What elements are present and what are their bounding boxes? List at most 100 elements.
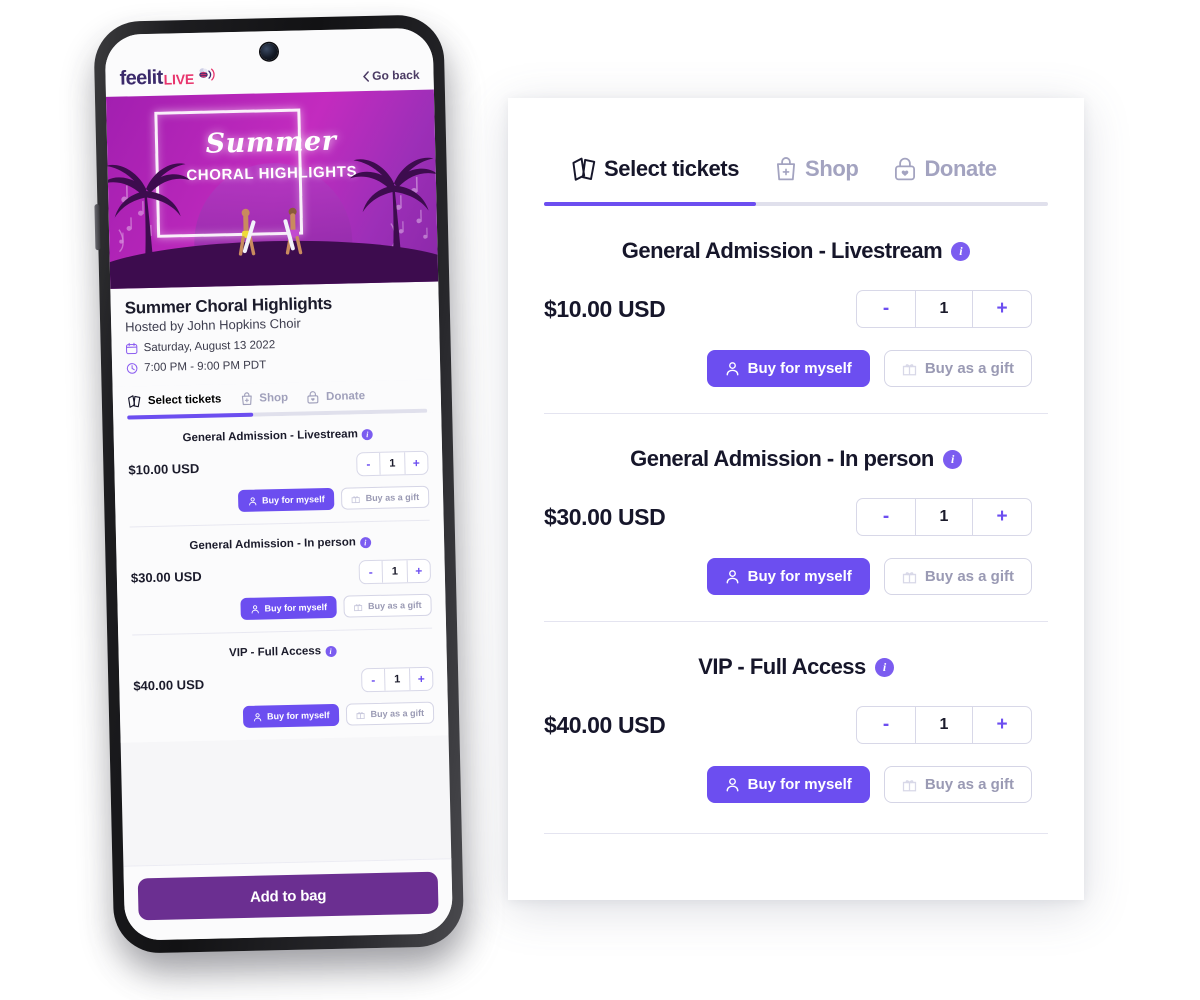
info-icon[interactable]: i <box>942 449 962 469</box>
ticket-price: $30.00 USD <box>544 503 666 530</box>
calendar-icon <box>125 342 138 355</box>
ticket-row: General Admission - Livestream i $10.00 … <box>544 206 1048 387</box>
button-label: Buy as a gift <box>924 776 1014 793</box>
quantity-increment-button[interactable]: + <box>408 560 430 582</box>
desktop-ticket-card: Select tickets Shop Donate General Admis… <box>508 98 1084 900</box>
buy-as-a-gift-button[interactable]: Buy as a gift <box>883 558 1032 595</box>
ticket-name: General Admission - In person <box>189 536 356 553</box>
buy-for-myself-button[interactable]: Buy for myself <box>237 487 335 513</box>
quantity-increment-button[interactable]: + <box>973 499 1031 535</box>
button-label: Buy as a gift <box>365 491 420 504</box>
quantity-increment-button[interactable]: + <box>973 707 1031 743</box>
ticket-name: General Admission - In person <box>630 446 934 471</box>
button-label: Buy for myself <box>264 602 328 614</box>
tab-label: Select tickets <box>604 156 740 181</box>
go-back-link[interactable]: Go back <box>362 68 420 83</box>
donation-box-heart-icon <box>895 157 916 181</box>
quantity-increment-button[interactable]: + <box>410 668 432 690</box>
ticket-list-bottom-divider <box>544 833 1048 834</box>
buy-for-myself-button[interactable]: Buy for myself <box>240 595 338 621</box>
tab-donate[interactable]: Donate <box>306 389 365 404</box>
quantity-stepper[interactable]: - 1 + <box>856 706 1032 744</box>
go-back-label: Go back <box>372 67 420 83</box>
ticket-row: VIP - Full Access i $40.00 USD - 1 + Buy… <box>132 629 435 743</box>
phone-side-button[interactable] <box>94 204 101 251</box>
buy-for-myself-button[interactable]: Buy for myself <box>706 350 870 387</box>
quantity-stepper[interactable]: - 1 + <box>356 450 429 477</box>
gift-icon <box>902 364 916 376</box>
screenshot-stage: feelit LIVE Go back Summer CHORAL HIGHLI… <box>0 0 1200 1000</box>
buy-as-a-gift-button[interactable]: Buy as a gift <box>883 766 1032 803</box>
tab-label: Donate <box>325 390 366 404</box>
event-date-label: Saturday, August 13 2022 <box>143 339 276 355</box>
tab-label: Shop <box>259 391 289 405</box>
info-icon[interactable]: i <box>359 536 371 548</box>
surfer-figure-left <box>233 206 262 266</box>
tab-select-tickets[interactable]: Select tickets <box>127 392 222 408</box>
quantity-decrement-button[interactable]: - <box>357 453 379 475</box>
tickets-icon <box>572 157 596 181</box>
add-to-bag-button[interactable]: Add to bag <box>137 871 439 921</box>
info-icon[interactable]: i <box>874 657 894 677</box>
phone-screen: feelit LIVE Go back Summer CHORAL HIGHLI… <box>104 27 454 941</box>
buy-as-a-gift-button[interactable]: Buy as a gift <box>341 485 430 510</box>
buy-as-a-gift-button[interactable]: Buy as a gift <box>346 701 435 726</box>
quantity-stepper[interactable]: - 1 + <box>856 498 1032 536</box>
button-label: Buy for myself <box>747 360 852 377</box>
tab-donate[interactable]: Donate <box>892 156 997 182</box>
donation-box-heart-icon <box>307 391 319 404</box>
button-label: Buy as a gift <box>367 599 422 612</box>
quantity-decrement-button[interactable]: - <box>857 291 915 327</box>
ticket-name-row: General Admission - In person i <box>130 535 430 554</box>
quantity-stepper[interactable]: - 1 + <box>358 558 432 585</box>
tab-shop[interactable]: Shop <box>239 391 288 406</box>
phone-ticket-list: General Admission - Livestream i $10.00 … <box>113 412 449 743</box>
buy-as-a-gift-button[interactable]: Buy as a gift <box>883 350 1032 387</box>
quantity-decrement-button[interactable]: - <box>362 669 384 691</box>
ticket-row: General Admission - In person i $30.00 U… <box>544 413 1048 595</box>
ticket-name-row: General Admission - In person i <box>544 446 1048 472</box>
quantity-decrement-button[interactable]: - <box>857 707 915 743</box>
quantity-stepper[interactable]: - 1 + <box>360 666 434 693</box>
info-icon[interactable]: i <box>324 645 337 657</box>
ticket-name: General Admission - Livestream <box>182 428 358 445</box>
button-label: Buy for myself <box>747 568 852 585</box>
buy-as-a-gift-button[interactable]: Buy as a gift <box>343 593 432 618</box>
ticket-name-row: VIP - Full Access i <box>133 643 433 662</box>
info-icon[interactable]: i <box>951 241 971 261</box>
event-time-row: 7:00 PM - 9:00 PM PDT <box>126 356 426 375</box>
quantity-decrement-button[interactable]: - <box>857 499 915 535</box>
buy-for-myself-button[interactable]: Buy for myself <box>706 558 870 595</box>
quantity-stepper[interactable]: - 1 + <box>856 290 1032 328</box>
info-icon[interactable]: i <box>361 428 373 440</box>
feelitlive-logo[interactable]: feelit LIVE <box>119 65 217 90</box>
phone-event-details: Summer Choral Highlights Hosted by John … <box>110 281 441 387</box>
tab-select-tickets[interactable]: Select tickets <box>570 156 739 182</box>
ticket-price: $40.00 USD <box>544 711 666 738</box>
button-label: Buy as a gift <box>924 360 1014 377</box>
ticket-name-row: General Admission - Livestream i <box>544 238 1048 264</box>
phone-mockup: feelit LIVE Go back Summer CHORAL HIGHLI… <box>93 14 474 972</box>
quantity-value: 1 <box>915 499 973 535</box>
event-date-row: Saturday, August 13 2022 <box>125 336 426 355</box>
person-icon <box>254 712 262 721</box>
tab-label: Donate <box>924 156 997 181</box>
buy-for-myself-button[interactable]: Buy for myself <box>706 766 870 803</box>
quantity-value: 1 <box>384 668 411 691</box>
quantity-increment-button[interactable]: + <box>973 291 1031 327</box>
quantity-value: 1 <box>915 707 973 743</box>
event-hero-image: Summer CHORAL HIGHLIGHTS <box>105 89 439 289</box>
quantity-decrement-button[interactable]: - <box>360 561 382 583</box>
person-icon <box>726 362 739 376</box>
shopping-bag-plus-icon <box>241 392 252 406</box>
buy-for-myself-button[interactable]: Buy for myself <box>242 703 340 728</box>
tab-progress-fill <box>544 202 756 206</box>
quantity-increment-button[interactable]: + <box>405 452 427 474</box>
gift-icon <box>902 780 916 792</box>
ticket-name: General Admission - Livestream <box>621 238 943 263</box>
ticket-price: $10.00 USD <box>544 295 666 322</box>
tab-shop[interactable]: Shop <box>773 156 859 182</box>
shopping-bag-plus-icon <box>777 157 796 181</box>
ticket-price: $10.00 USD <box>128 460 200 478</box>
tab-label: Select tickets <box>147 393 222 408</box>
